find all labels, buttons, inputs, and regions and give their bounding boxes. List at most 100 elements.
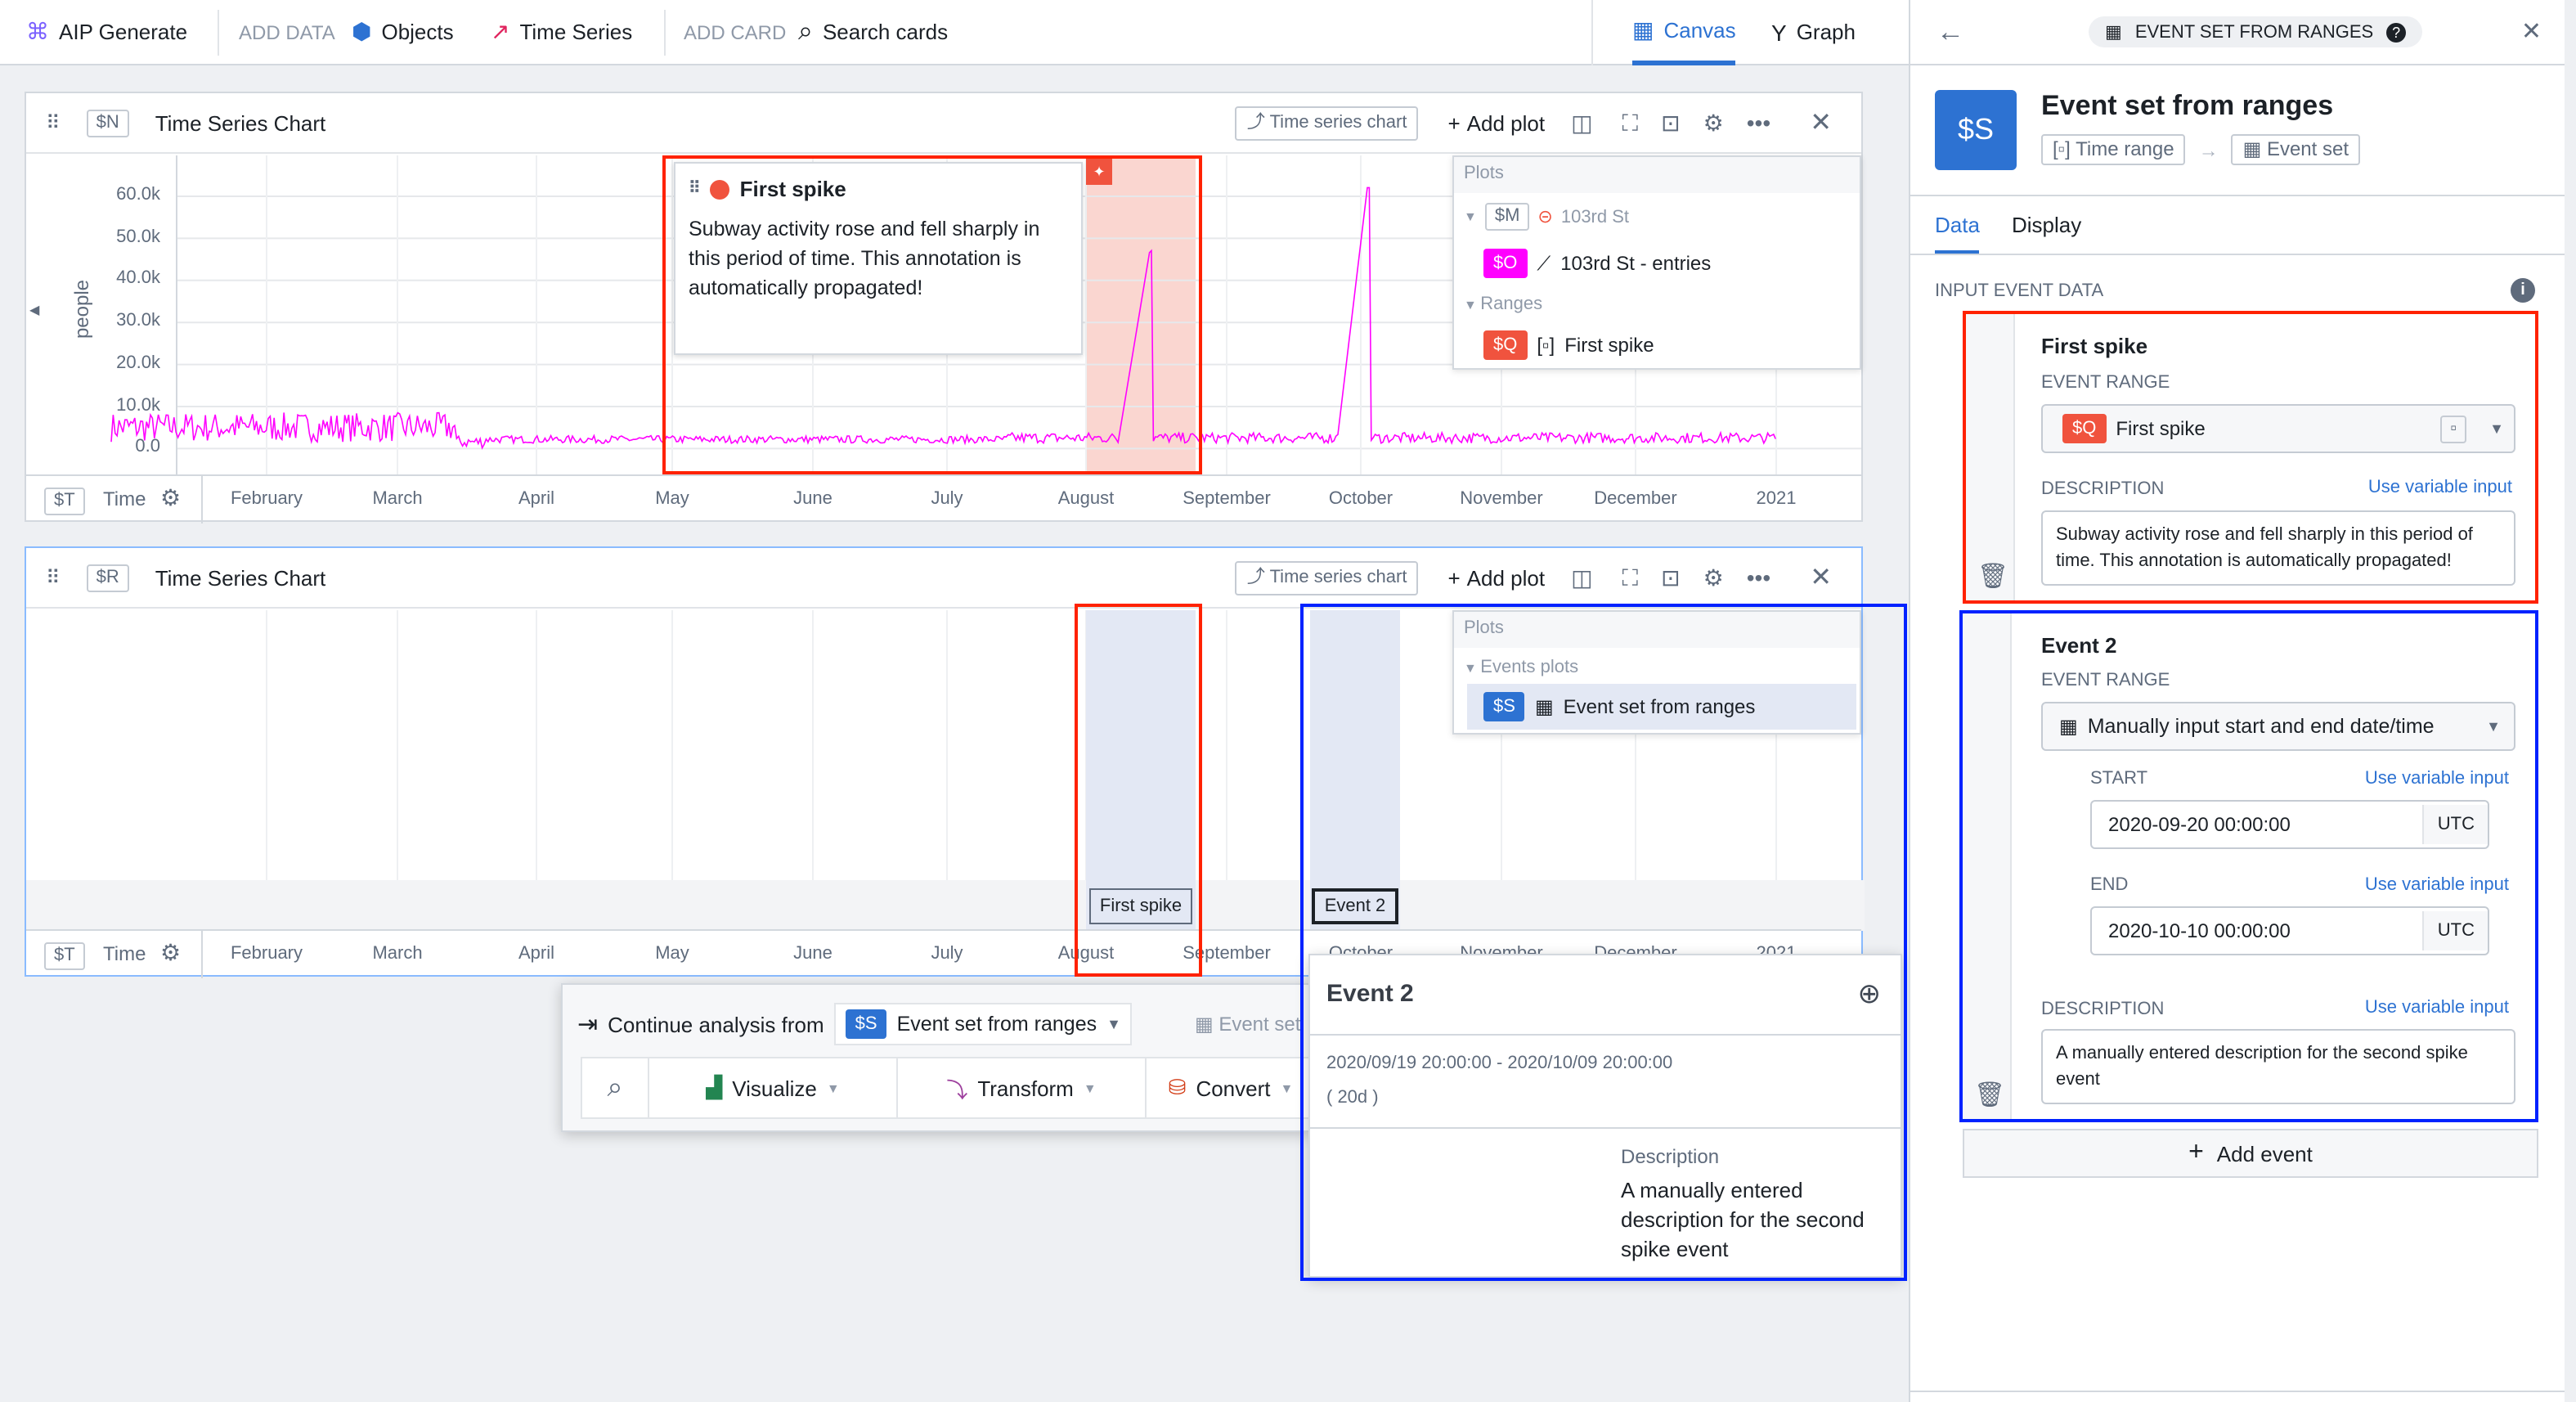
- search-icon: ⌕: [798, 17, 813, 45]
- use-variable-input-link[interactable]: Use variable input: [2365, 875, 2509, 895]
- info-icon[interactable]: i: [2511, 278, 2535, 303]
- fullscreen-icon[interactable]: ⛶: [1622, 109, 1639, 137]
- event-range-select[interactable]: $Q First spike ▫ ▼: [2041, 404, 2515, 453]
- time-range-icon: [▫]: [1537, 334, 1555, 357]
- time-series-label: Time Series: [519, 20, 633, 44]
- gear-icon[interactable]: ⚙: [1703, 564, 1724, 591]
- card-id-tag: $N: [86, 109, 129, 137]
- objects-button[interactable]: ⬢ Objects: [352, 0, 454, 64]
- continue-analysis-popup: ⇥ Continue analysis from $S Event set fr…: [561, 983, 1317, 1132]
- type-text: Event set: [1218, 1013, 1301, 1036]
- visualize-button[interactable]: ▟ Visualize ▼: [649, 1058, 898, 1117]
- back-arrow-icon[interactable]: ←: [1936, 16, 1964, 49]
- close-icon[interactable]: ✕: [1810, 106, 1832, 139]
- present-icon[interactable]: ⊡: [1661, 564, 1680, 591]
- tab-display[interactable]: Display: [2012, 213, 2081, 237]
- convert-button[interactable]: ⛁ Convert ▼: [1147, 1058, 1315, 1117]
- close-icon[interactable]: ✕: [1810, 561, 1832, 594]
- continue-label: Continue analysis from: [608, 1012, 824, 1036]
- aip-generate-button[interactable]: ⌘ AIP Generate: [26, 0, 187, 64]
- tab-graph[interactable]: Y Graph: [1771, 0, 1856, 64]
- add-plot-button[interactable]: + Add plot: [1447, 565, 1545, 590]
- more-icon[interactable]: •••: [1747, 110, 1770, 136]
- trash-icon[interactable]: 🗑: [1974, 1080, 2005, 1109]
- description-textarea[interactable]: A manually entered description for the s…: [2041, 1029, 2515, 1104]
- legend-range[interactable]: $Q [▫] First spike: [1483, 330, 1654, 360]
- month-tick-label: April: [518, 944, 555, 964]
- caret-down-icon: ▼: [1464, 298, 1481, 312]
- end-value: 2020-10-10 00:00:00: [2108, 919, 2291, 942]
- range-id-pill: $Q: [2062, 414, 2107, 443]
- month-tick-label: December: [1594, 489, 1677, 509]
- drag-handle-icon[interactable]: ⠿: [46, 566, 61, 589]
- use-variable-input-link[interactable]: Use variable input: [2365, 998, 2509, 1018]
- month-tick-label: 2021: [1756, 489, 1797, 509]
- chart-type-label: Time series chart: [1269, 112, 1407, 132]
- gear-icon[interactable]: ⚙: [160, 484, 181, 512]
- gear-icon[interactable]: ⚙: [160, 939, 181, 967]
- present-icon[interactable]: ⊡: [1661, 109, 1680, 137]
- caret-down-icon: ▼: [826, 1081, 840, 1095]
- series-id-pill: $O: [1483, 249, 1528, 278]
- add-plot-label: Add plot: [1466, 565, 1546, 590]
- event-range-label: EVENT RANGE: [2041, 671, 2170, 690]
- gear-icon[interactable]: ⚙: [1703, 109, 1724, 137]
- time-id-tag: $T: [44, 942, 85, 970]
- source-select[interactable]: $S Event set from ranges ▼: [833, 1003, 1133, 1045]
- type-label: ▦ Event set: [1195, 1013, 1300, 1036]
- event-range-select[interactable]: ▦ Manually input start and end date/time…: [2041, 702, 2515, 751]
- cube-icon: ⬢: [352, 18, 372, 44]
- input-type-label: Time range: [2076, 137, 2174, 160]
- tab-canvas[interactable]: ▦ Canvas: [1632, 0, 1736, 65]
- node-id-badge: $S: [1935, 90, 2017, 170]
- plus-icon: +: [2188, 1139, 2204, 1166]
- event-item-first-spike: 🗑 First spike EVENT RANGE $Q First spike…: [1963, 311, 2538, 604]
- use-variable-input-link[interactable]: Use variable input: [2368, 478, 2512, 497]
- description-textarea[interactable]: Subway activity rose and fell sharply in…: [2041, 510, 2515, 586]
- objects-label: Objects: [381, 20, 454, 44]
- search-cards-button[interactable]: ⌕ Search cards: [798, 0, 948, 64]
- range-name: First spike: [1564, 334, 1654, 357]
- add-event-button[interactable]: + Add event: [1963, 1129, 2538, 1178]
- breadcrumb: ▦ EVENT SET FROM RANGES?: [2089, 16, 2423, 47]
- transform-button[interactable]: ⤵ Transform ▼: [898, 1058, 1147, 1117]
- caret-down-icon: ▼: [2489, 420, 2504, 437]
- close-icon[interactable]: ✕: [2521, 16, 2542, 46]
- layout-icon[interactable]: ◫: [1571, 109, 1592, 137]
- month-tick-label: March: [372, 489, 423, 509]
- event-range-label: EVENT RANGE: [2041, 373, 2170, 393]
- event-name: Event 2: [2041, 633, 2117, 658]
- graph-label: Graph: [1796, 20, 1856, 44]
- enter-icon: ⇥: [577, 1011, 599, 1039]
- transform-icon: ⤵: [946, 1077, 968, 1102]
- end-input[interactable]: 2020-10-10 00:00:00 UTC: [2090, 906, 2489, 955]
- range-value: First spike: [2116, 417, 2206, 440]
- search-cards-label: Search cards: [822, 20, 949, 44]
- search-icon[interactable]: ⌕: [582, 1058, 649, 1117]
- drag-handle-icon[interactable]: ⠿: [46, 111, 61, 134]
- canvas-icon: ▦: [1632, 16, 1654, 43]
- section-header: INPUT EVENT DATA: [1935, 281, 2104, 301]
- time-series-button[interactable]: ↗ Time Series: [491, 0, 632, 64]
- fullscreen-icon[interactable]: ⛶: [1622, 564, 1639, 591]
- add-plot-button[interactable]: + Add plot: [1447, 110, 1545, 135]
- more-icon[interactable]: •••: [1747, 564, 1770, 591]
- timezone-label[interactable]: UTC: [2422, 805, 2488, 844]
- month-tick-label: November: [1460, 489, 1543, 509]
- tab-data[interactable]: Data: [1935, 213, 1980, 255]
- help-icon[interactable]: ?: [2386, 22, 2407, 42]
- ranges-label: Ranges: [1480, 294, 1543, 314]
- start-value: 2020-09-20 00:00:00: [2108, 813, 2291, 836]
- visualize-label: Visualize: [732, 1076, 817, 1100]
- layout-icon[interactable]: ◫: [1571, 564, 1592, 591]
- chart-type-button[interactable]: ⤴ Time series chart: [1235, 106, 1419, 140]
- chart-type-button[interactable]: ⤴ Time series chart: [1235, 560, 1419, 595]
- trash-icon[interactable]: 🗑: [1977, 561, 2008, 591]
- start-input[interactable]: 2020-09-20 00:00:00 UTC: [2090, 800, 2489, 849]
- legend-series[interactable]: $O ⟋ 103rd St - entries: [1483, 249, 1711, 278]
- use-variable-input-link[interactable]: Use variable input: [2365, 769, 2509, 789]
- timezone-label[interactable]: UTC: [2422, 911, 2488, 950]
- legend-group[interactable]: ▼ $M ⊝ 103rd St: [1464, 203, 1629, 231]
- transform-label: Transform: [977, 1076, 1074, 1100]
- series-name: 103rd St - entries: [1560, 252, 1712, 275]
